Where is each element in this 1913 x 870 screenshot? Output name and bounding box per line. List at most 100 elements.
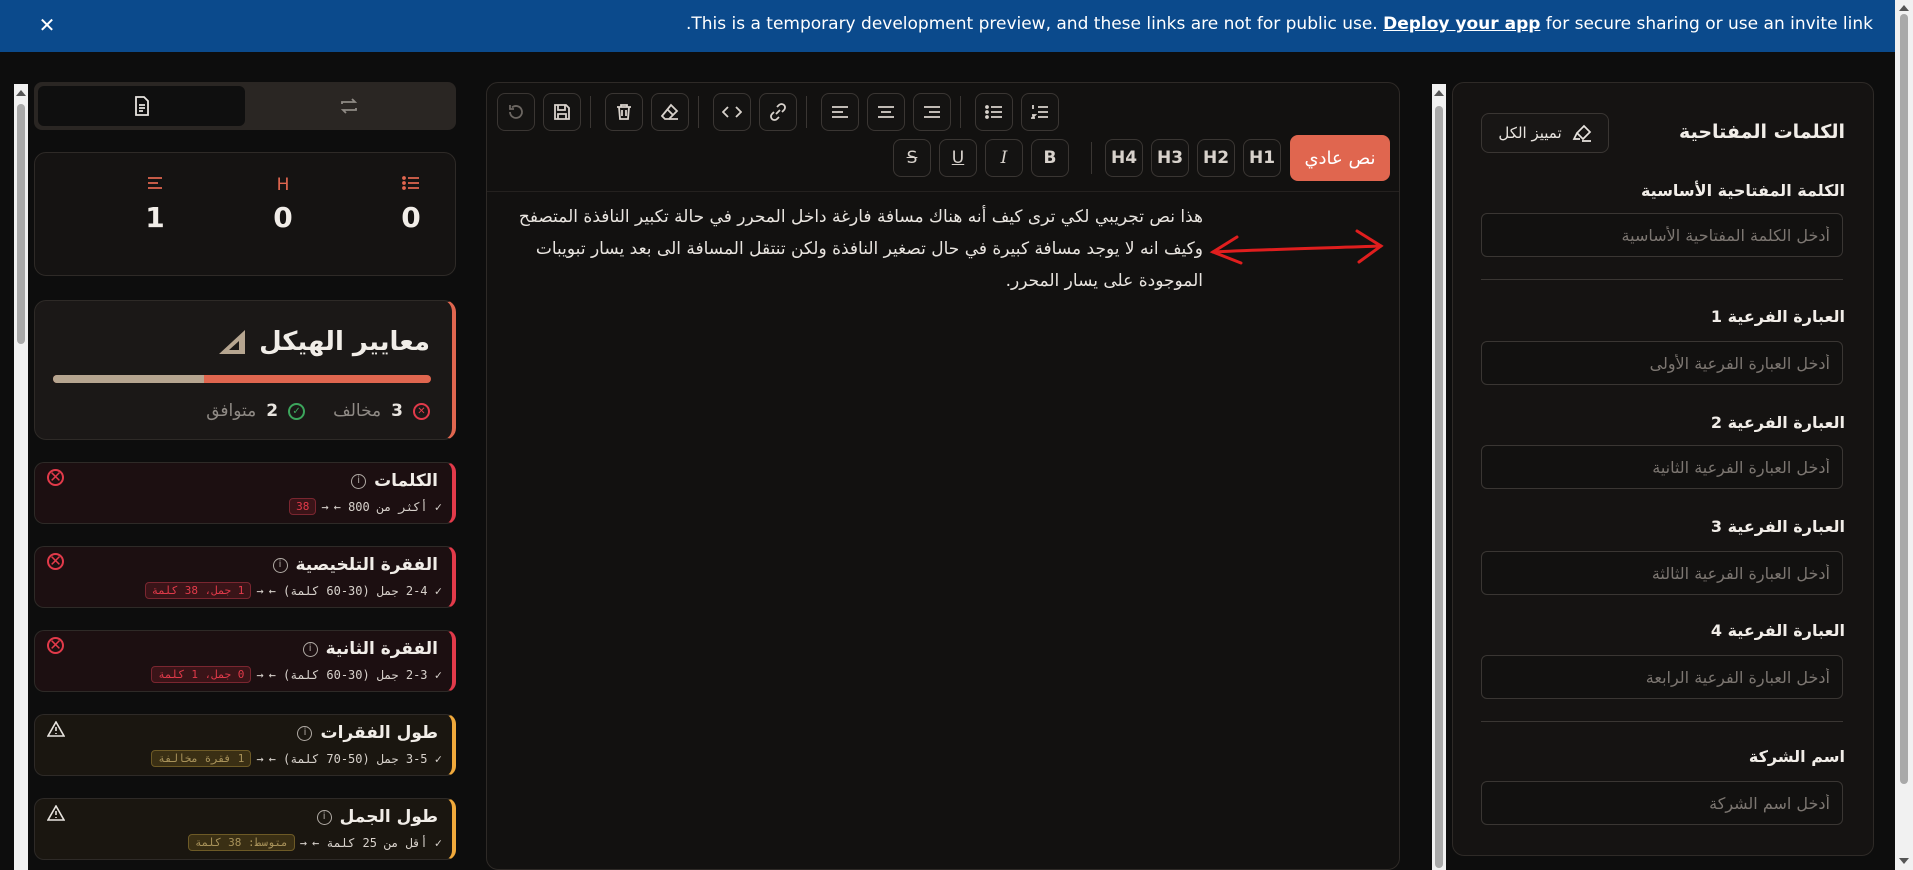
- rule-arrow: →: [321, 499, 329, 514]
- toolbar-separator: [1091, 142, 1092, 174]
- toolbar-separator: [698, 96, 699, 128]
- bullet-list-icon: [985, 105, 1002, 119]
- violating-count: 3: [391, 401, 403, 421]
- info-icon[interactable]: i: [272, 557, 288, 573]
- align-left-button[interactable]: [821, 93, 859, 131]
- x-circle-icon: ✕: [47, 553, 64, 570]
- info-icon[interactable]: i: [351, 473, 367, 489]
- italic-button[interactable]: I: [985, 139, 1023, 177]
- subphrase-2-input[interactable]: [1481, 445, 1843, 489]
- structure-criteria-card: معايير الهيكل متوافق 2 ✓ مخالف 3 ✕: [34, 300, 456, 440]
- link-button[interactable]: [759, 93, 797, 131]
- paragraph-style-button[interactable]: نص عادي: [1290, 135, 1390, 181]
- tab-sync[interactable]: [245, 86, 452, 126]
- delete-button[interactable]: [605, 93, 643, 131]
- paragraph-icon: [125, 175, 185, 197]
- panel-tab-switcher: [34, 82, 456, 130]
- scroll-up-arrow-icon[interactable]: [1434, 90, 1444, 96]
- trash-icon: [617, 104, 631, 120]
- stat-value: 1: [145, 201, 165, 234]
- right-scroll-thumb[interactable]: [1435, 106, 1443, 868]
- criterion-title-text: طول الجمل: [339, 807, 438, 827]
- subphrase-1-input[interactable]: [1481, 341, 1843, 385]
- deploy-app-link[interactable]: Deploy your app: [1383, 14, 1540, 34]
- x-circle-icon: ✕: [47, 637, 64, 654]
- warning-triangle-icon: [46, 720, 66, 741]
- section-divider: [1481, 721, 1843, 722]
- criterion-title: i الفقرة الثانية: [302, 639, 438, 659]
- primary-keyword-input[interactable]: [1481, 213, 1843, 257]
- code-button[interactable]: [713, 93, 751, 131]
- left-scroll-thumb[interactable]: [17, 104, 25, 344]
- text-editor: نص عادي H1 H2 H3 H4 B I U S هذا نص تجريب…: [486, 82, 1400, 870]
- scroll-up-arrow-icon[interactable]: [1899, 5, 1909, 11]
- undo-button[interactable]: [497, 93, 535, 131]
- save-button[interactable]: [543, 93, 581, 131]
- left-panel-scrollbar[interactable]: [14, 84, 28, 870]
- info-icon[interactable]: i: [316, 809, 332, 825]
- scroll-up-arrow-icon[interactable]: [16, 90, 26, 96]
- tab-document[interactable]: [38, 86, 245, 126]
- code-icon: [722, 106, 742, 118]
- criterion-title: i الفقرة التلخيصية: [272, 555, 439, 575]
- compliant-label: متوافق: [206, 401, 257, 421]
- rule-arrow: →: [299, 835, 307, 850]
- result-badge: 38: [289, 498, 317, 515]
- info-icon[interactable]: i: [302, 641, 318, 657]
- clear-format-button[interactable]: [651, 93, 689, 131]
- highlight-all-button[interactable]: تمييز الكل: [1481, 113, 1609, 153]
- rule-text: ✓ أكثر من 800 ←: [333, 499, 442, 514]
- close-icon[interactable]: ✕: [36, 14, 58, 36]
- stat-headings: H 0: [253, 175, 313, 234]
- criterion-title-text: الفقرة التلخيصية: [295, 555, 439, 575]
- criteria-title-text: معايير الهيكل: [259, 327, 430, 357]
- numbered-list-button[interactable]: [1021, 93, 1059, 131]
- criterion-title: i الكلمات: [351, 471, 438, 491]
- align-right-button[interactable]: [913, 93, 951, 131]
- heading-icon: H: [276, 175, 290, 195]
- subphrase-3-input[interactable]: [1481, 551, 1843, 595]
- right-panel-scrollbar[interactable]: [1432, 84, 1446, 870]
- compliant-count: 2: [266, 401, 279, 421]
- subphrase-4-label: العبارة الفرعية 4: [1710, 621, 1845, 640]
- rule-arrow: →: [256, 751, 264, 766]
- stat-lists: 0: [381, 175, 441, 234]
- strikethrough-button[interactable]: S: [893, 139, 931, 177]
- h1-button[interactable]: H1: [1243, 139, 1281, 177]
- page-scrollbar[interactable]: [1895, 0, 1913, 870]
- criterion-title-text: طول الفقرات: [320, 723, 438, 743]
- subphrase-1-label: العبارة الفرعية 1: [1710, 307, 1845, 326]
- company-name-input[interactable]: [1481, 781, 1843, 825]
- criterion-card-sentence-length: i طول الجمل ✓ أقل من 25 كلمة ← → متوسط: 38 …: [34, 798, 456, 860]
- underline-button[interactable]: U: [939, 139, 977, 177]
- toolbar-separator: [960, 96, 961, 128]
- bullet-list-button[interactable]: [975, 93, 1013, 131]
- info-icon[interactable]: i: [297, 725, 313, 741]
- bold-button[interactable]: B: [1031, 139, 1069, 177]
- h2-button[interactable]: H2: [1197, 139, 1235, 177]
- result-badge: 0 جمل، 1 كلمة: [151, 666, 252, 683]
- subphrase-4-input[interactable]: [1481, 655, 1843, 699]
- x-circle-icon: ✕: [413, 402, 430, 420]
- page-scroll-thumb[interactable]: [1900, 14, 1908, 784]
- h3-button[interactable]: H3: [1151, 139, 1189, 177]
- numbered-list-icon: [1031, 105, 1048, 119]
- align-center-button[interactable]: [867, 93, 905, 131]
- h4-button[interactable]: H4: [1105, 139, 1143, 177]
- toolbar-divider: [487, 191, 1399, 192]
- stat-value: 0: [273, 201, 293, 234]
- link-icon: [770, 103, 786, 121]
- criteria-progress-bar: [53, 375, 431, 383]
- scroll-down-arrow-icon[interactable]: [1899, 858, 1909, 864]
- red-double-arrow-annotation: [1209, 229, 1384, 265]
- align-right-icon: [924, 106, 940, 118]
- criterion-rule: ✓ أكثر من 800 ← → 38: [289, 498, 442, 515]
- result-badge: 1 جمل، 38 كلمة: [144, 582, 252, 599]
- rule-text: ✓ 3-5 جمل (50-70 كلمة) ←: [268, 751, 442, 766]
- stats-card: 0 H 0 1: [34, 152, 456, 276]
- criterion-card-words: i الكلمات ✕ ✓ أكثر من 800 ← → 38: [34, 462, 456, 524]
- criteria-progress-fill: [53, 375, 205, 383]
- criterion-rule: ✓ 3-5 جمل (50-70 كلمة) ← → 1 فقرة مخالفة: [151, 750, 442, 767]
- editor-content[interactable]: هذا نص تجريبي لكي ترى كيف أنه هناك مسافة…: [497, 201, 1203, 297]
- preview-banner: ✕ .This is a temporary development previ…: [0, 0, 1895, 52]
